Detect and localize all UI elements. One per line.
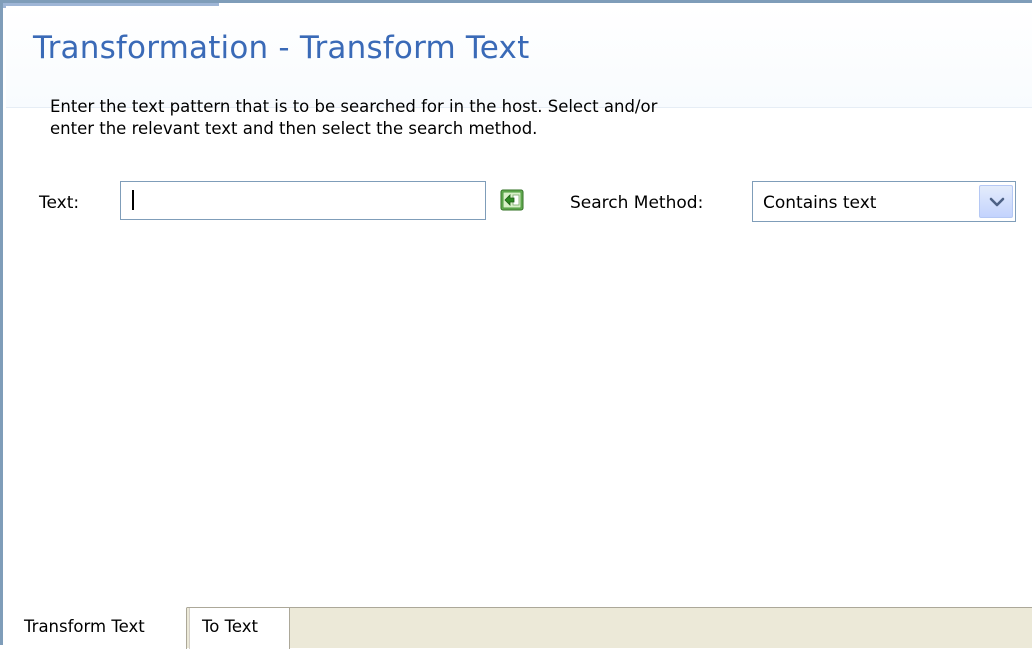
page-title: Transformation - Transform Text [33, 30, 530, 66]
page-header: Transformation - Transform Text [6, 6, 1032, 108]
instructions: Enter the text pattern that is to be sea… [50, 96, 870, 140]
text-input[interactable] [120, 181, 486, 220]
instructions-line-1: Enter the text pattern that is to be sea… [50, 97, 658, 116]
tab-transform-text[interactable]: Transform Text [6, 607, 187, 649]
dropdown-button[interactable] [979, 185, 1013, 218]
text-label: Text: [39, 193, 80, 213]
bottom-tab-bar: Transform Text To Text [6, 607, 1032, 649]
tab-to-text[interactable]: To Text [189, 608, 290, 649]
search-method-select[interactable]: Contains text [752, 181, 1016, 222]
text-cursor [132, 190, 134, 210]
instructions-line-2: enter the relevant text and then select … [50, 119, 538, 138]
transform-text-page: Transformation - Transform Text Enter th… [0, 0, 1032, 649]
search-method-value: Contains text [763, 193, 877, 213]
search-method-label: Search Method: [570, 193, 704, 213]
insert-text-icon[interactable] [500, 189, 524, 211]
chevron-down-icon [989, 197, 1005, 207]
